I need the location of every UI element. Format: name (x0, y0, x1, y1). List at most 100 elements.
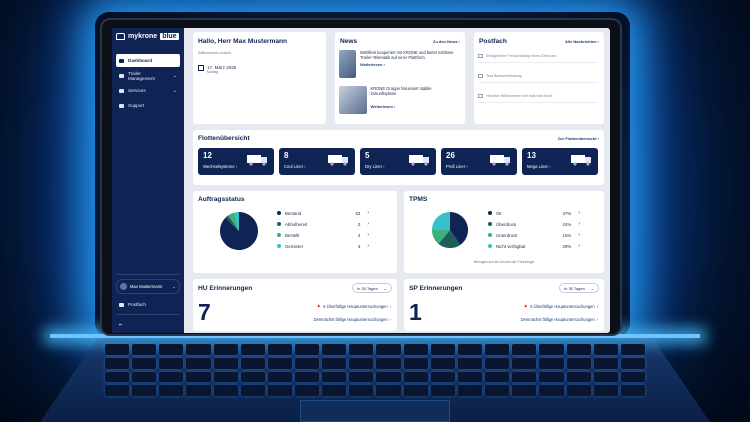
all-messages-label: Alle Nachrichten (564, 39, 597, 44)
keyboard-key (457, 371, 483, 383)
fleet-tile[interactable]: 5 Dry Liner › (360, 148, 436, 175)
overdue-label: 5 Überfällige Hauptuntersuchungen (530, 303, 595, 309)
keyboard-key (376, 344, 401, 355)
keyboard-key (376, 371, 401, 383)
legend-value: 24% (562, 221, 572, 227)
keyboard-key (105, 357, 130, 369)
keyboard-key (620, 371, 645, 383)
hu-title: HU Erinnerungen (198, 285, 253, 292)
fleet-label-text: Cool Liner (284, 164, 304, 169)
keyboard-key (403, 385, 428, 396)
auftragsstatus-card: Auftragsstatus Bestand 63 › Abholbereit 2 › Be… (193, 191, 397, 273)
hu-reminder-card: HU Erinnerungen In 30 Tagen ⌄ 7 ▲ 6 Überfä… (193, 279, 397, 331)
keyboard-key (539, 371, 564, 383)
legend-item[interactable]: Abholbereit 2 › (277, 219, 369, 229)
sidebar-item-support[interactable]: Support (116, 99, 180, 112)
chevron-right-icon: › (367, 243, 369, 249)
fleet-link[interactable]: Zur Flottenübersicht › (558, 136, 599, 141)
news-item[interactable]: Webfleet kooperiert mit KRONE und bietet… (339, 50, 457, 80)
keyboard-key (457, 357, 483, 369)
app-screen: mykrone blue Dashboard Trailer Managemen… (112, 28, 610, 333)
sp-upcoming-link[interactable]: Demnächst fällige Hauptuntersuchungen › (521, 317, 598, 322)
keyboard-key (322, 385, 347, 396)
news-item[interactable]: KRONE Gruppe fokussiert stabile Zukunfts… (339, 86, 457, 116)
keyboard-key (159, 385, 184, 396)
read-more-link[interactable]: Weiterlesen › (371, 104, 457, 109)
sidebar-item-services[interactable]: Services ⌄ (116, 84, 180, 97)
keyboard-key (213, 344, 238, 355)
legend-label: Abholbereit (285, 221, 308, 227)
sp-title: SP Erinnerungen (409, 285, 463, 292)
fleet-tile[interactable]: 8 Cool Liner › (279, 148, 355, 175)
keyboard-key (159, 344, 184, 355)
fleet-label: Wechselsysteme › (203, 164, 238, 169)
postfach-title: Postfach (479, 38, 507, 45)
legend-item[interactable]: Bestellt 4 › (277, 230, 369, 240)
sidebar-item-postfach[interactable]: Postfach (116, 298, 180, 311)
chevron-down-icon: ⌄ (172, 284, 176, 289)
sp-range-select[interactable]: In 30 Tagen ⌄ (559, 283, 599, 293)
keyboard-key (295, 371, 320, 383)
chevron-down-icon: ⌄ (383, 285, 387, 291)
user-menu[interactable]: Max Mustermann ⌄ (116, 279, 180, 294)
legend-item[interactable]: Bestand 63 › (277, 208, 369, 218)
hu-overdue-link[interactable]: ▲ 6 Überfällige Hauptuntersuchungen › (316, 303, 391, 309)
legend-item[interactable]: Überdruck 24% › (488, 219, 580, 229)
keyboard-key (186, 344, 211, 355)
brand-logo[interactable]: mykrone blue (116, 33, 179, 40)
read-more-link[interactable]: Weiterlesen › (360, 62, 457, 67)
hu-range-select[interactable]: In 30 Tagen ⌄ (352, 283, 392, 293)
truck-icon (247, 155, 267, 166)
mail-icon (478, 74, 483, 78)
legend-label: Bestand (285, 210, 302, 216)
sidebar-item-dashboard[interactable]: Dashboard (116, 54, 180, 67)
legend-swatch (277, 233, 281, 237)
fleet-tile[interactable]: 26 Profi Liner › (441, 148, 517, 175)
fleet-tile[interactable]: 13 Mega Liner › (522, 148, 598, 175)
all-messages-link[interactable]: Alle Nachrichten › (565, 39, 599, 44)
range-value: In 30 Tagen (564, 285, 585, 291)
hu-upcoming-link[interactable]: Demnächst fällige Hauptuntersuchungen › (314, 317, 391, 322)
keyboard-key (620, 344, 645, 355)
divider (116, 274, 180, 275)
chevron-right-icon: › (367, 210, 369, 216)
legend-item[interactable]: Gemietet 3 › (277, 241, 369, 251)
keyboard-key (403, 371, 428, 383)
touchpad (300, 400, 450, 422)
keyboard-key (240, 344, 265, 355)
tpms-pie-chart (431, 211, 469, 249)
sidebar-item-trailer-management[interactable]: Trailer Management ⌄ (116, 69, 180, 82)
legend-item[interactable]: Ok 47% › (488, 208, 580, 218)
keyboard-key (349, 357, 374, 369)
legend-item[interactable]: Nicht verfügbar 29% › (488, 241, 580, 251)
fleet-label-text: Profi Liner (446, 164, 466, 169)
chevron-down-icon: ⌄ (590, 285, 594, 291)
calendar-icon (198, 65, 204, 71)
keyboard-key (512, 371, 537, 383)
message-subject: Erfolgreiche Freischaltung eines Service… (486, 54, 556, 58)
news-link[interactable]: Zu den News › (433, 39, 460, 44)
message-item[interactable]: Test Bankverbindung (478, 70, 598, 83)
message-subject: Herzlich Willkommen bei mykrone.blue! (486, 94, 553, 98)
truck-icon (328, 155, 348, 166)
services-icon (119, 88, 124, 93)
legend-swatch (488, 211, 492, 215)
keyboard-key (186, 371, 211, 383)
chevron-right-icon: › (578, 221, 580, 227)
sidebar-footer: Max Mustermann ⌄ Postfach ⇤ (112, 271, 184, 333)
fleet-count: 8 (284, 151, 289, 160)
fleet-tile[interactable]: 12 Wechselsysteme › (198, 148, 274, 175)
keyboard-key (213, 385, 238, 396)
keyboard-key (430, 344, 455, 355)
message-item[interactable]: Herzlich Willkommen bei mykrone.blue! (478, 90, 598, 103)
sp-overdue-link[interactable]: ▲ 5 Überfällige Hauptuntersuchungen › (523, 303, 598, 309)
legend-item[interactable]: Unterdruck 16% › (488, 230, 580, 240)
message-item[interactable]: Erfolgreiche Freischaltung eines Service… (478, 50, 598, 63)
message-subject: Test Bankverbindung (486, 74, 522, 78)
keyboard-key (105, 344, 130, 355)
upcoming-label: Demnächst fällige Hauptuntersuchungen (520, 317, 595, 322)
chevron-right-icon: › (389, 317, 391, 322)
news-text: Webfleet kooperiert mit KRONE und bietet… (360, 50, 454, 61)
collapse-sidebar-button[interactable]: ⇤ (116, 318, 180, 331)
welcome-subtitle: Willkommen zurück. (198, 51, 232, 55)
